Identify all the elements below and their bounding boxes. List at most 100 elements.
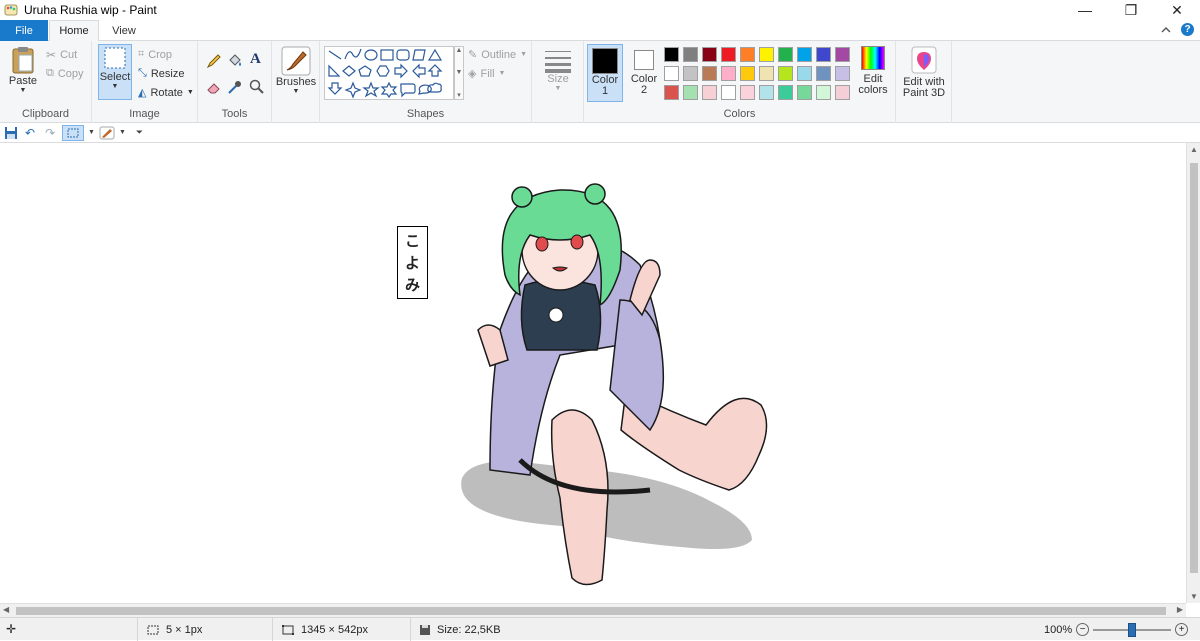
drawing-canvas[interactable] <box>0 143 1186 603</box>
color2-button[interactable]: Color 2 <box>626 44 662 102</box>
cloud-callout-shape-icon[interactable] <box>427 82 442 93</box>
cut-button[interactable]: ✂ Cut <box>46 48 77 62</box>
save-icon[interactable] <box>4 126 18 140</box>
horizontal-scrollbar[interactable]: ◀ ▶ <box>0 603 1186 617</box>
scroll-down-icon[interactable]: ▼ <box>1190 592 1198 601</box>
brushes-dropdown-icon[interactable]: ▼ <box>293 88 300 95</box>
palette-swatch[interactable] <box>740 47 755 62</box>
paste-dropdown-icon[interactable]: ▼ <box>20 87 27 94</box>
magnifier-icon[interactable] <box>249 79 265 95</box>
fill-bucket-icon[interactable] <box>227 53 243 69</box>
qat-brush-icon[interactable] <box>99 126 115 140</box>
palette-swatch[interactable] <box>664 47 679 62</box>
rounded-callout-shape-icon[interactable] <box>400 83 416 98</box>
zoom-slider-thumb[interactable] <box>1128 622 1137 637</box>
rotate-dropdown-icon[interactable]: ▼ <box>187 89 194 96</box>
palette-swatch[interactable] <box>835 85 850 100</box>
palette-swatch[interactable] <box>835 66 850 81</box>
five-point-star-shape-icon[interactable] <box>362 81 380 98</box>
qat-select-icon[interactable] <box>62 124 84 141</box>
up-arrow-shape-icon[interactable] <box>427 64 443 77</box>
palette-swatch[interactable] <box>778 66 793 81</box>
tab-home[interactable]: Home <box>49 20 99 42</box>
select-dropdown-icon[interactable]: ▼ <box>112 83 119 90</box>
scroll-left-icon[interactable]: ◀ <box>3 605 9 614</box>
diamond-shape-icon[interactable] <box>342 65 356 77</box>
palette-swatch[interactable] <box>740 85 755 100</box>
eraser-icon[interactable] <box>206 79 222 95</box>
resize-button[interactable]: ⤡ Resize <box>138 67 184 80</box>
line-shape-icon[interactable] <box>328 50 342 60</box>
horizontal-scroll-thumb[interactable] <box>16 607 1166 615</box>
right-arrow-shape-icon[interactable] <box>394 63 408 79</box>
rectangle-shape-icon[interactable] <box>380 49 394 61</box>
palette-swatch[interactable] <box>759 47 774 62</box>
outline-button[interactable]: ✎ Outline ▼ <box>468 48 527 62</box>
palette-swatch[interactable] <box>683 47 698 62</box>
rotate-button[interactable]: ◭ Rotate ▼ <box>138 86 194 100</box>
qat-select-dropdown-icon[interactable]: ▼ <box>88 129 95 136</box>
size-dropdown-icon[interactable]: ▼ <box>555 85 562 92</box>
palette-swatch[interactable] <box>721 66 736 81</box>
rounded-rectangle-shape-icon[interactable] <box>396 49 410 61</box>
palette-swatch[interactable] <box>835 47 850 62</box>
fill-button[interactable]: ◈ Fill ▼ <box>468 67 506 81</box>
palette-swatch[interactable] <box>778 85 793 100</box>
fill-dropdown-icon[interactable]: ▼ <box>499 70 506 77</box>
palette-swatch[interactable] <box>683 66 698 81</box>
pencil-icon[interactable] <box>206 53 222 69</box>
four-point-star-shape-icon[interactable] <box>344 81 362 99</box>
vertical-scrollbar[interactable]: ▲ ▼ <box>1186 143 1200 603</box>
undo-icon[interactable]: ↶ <box>22 125 38 141</box>
polygon-shape-icon[interactable] <box>412 49 426 61</box>
palette-swatch[interactable] <box>797 47 812 62</box>
palette-swatch[interactable] <box>740 66 755 81</box>
size-button[interactable]: Size ▼ <box>540 47 576 92</box>
qat-brush-dropdown-icon[interactable]: ▼ <box>119 129 126 136</box>
pentagon-shape-icon[interactable] <box>358 65 372 77</box>
copy-button[interactable]: ⧉ Copy <box>46 67 84 80</box>
outline-dropdown-icon[interactable]: ▼ <box>520 51 527 58</box>
scroll-up-icon[interactable]: ▲ <box>1190 145 1198 154</box>
curve-shape-icon[interactable] <box>344 48 362 60</box>
tab-file[interactable]: File <box>0 20 48 41</box>
redo-icon[interactable]: ↷ <box>42 125 58 141</box>
shapes-scroll-up-icon[interactable]: ▲ <box>456 47 463 54</box>
hexagon-shape-icon[interactable] <box>376 65 390 77</box>
collapse-ribbon-icon[interactable] <box>1161 26 1171 34</box>
zoom-in-icon[interactable]: + <box>1175 623 1189 636</box>
zoom-slider[interactable] <box>1093 622 1172 637</box>
restore-button[interactable]: ❐ <box>1108 0 1154 20</box>
six-point-star-shape-icon[interactable] <box>380 81 398 99</box>
left-arrow-shape-icon[interactable] <box>412 63 426 79</box>
palette-swatch[interactable] <box>664 85 679 100</box>
minimize-button[interactable]: — <box>1062 0 1108 20</box>
palette-swatch[interactable] <box>816 66 831 81</box>
zoom-out-icon[interactable]: − <box>1076 623 1090 636</box>
shapes-scroll[interactable]: ▲ ▼ ▾ <box>454 46 464 100</box>
edit-colors-button[interactable]: Edit colors <box>854 46 892 96</box>
help-icon[interactable]: ? <box>1181 23 1194 36</box>
shapes-gallery[interactable] <box>324 46 454 100</box>
shapes-expand-icon[interactable]: ▾ <box>457 91 461 99</box>
palette-swatch[interactable] <box>702 66 717 81</box>
paste-button[interactable]: Paste ▼ <box>6 45 40 94</box>
text-tool-icon[interactable]: A <box>250 51 261 68</box>
scroll-right-icon[interactable]: ▶ <box>1177 605 1183 614</box>
palette-swatch[interactable] <box>797 85 812 100</box>
select-button[interactable]: Select ▼ <box>98 44 132 100</box>
palette-swatch[interactable] <box>816 47 831 62</box>
color1-button[interactable]: Color 1 <box>587 44 623 102</box>
customize-qat-icon[interactable]: ⏷ <box>136 127 143 138</box>
canvas-area[interactable]: こ よ み <box>0 143 1186 603</box>
palette-swatch[interactable] <box>759 85 774 100</box>
vertical-scroll-thumb[interactable] <box>1190 163 1198 573</box>
palette-swatch[interactable] <box>759 66 774 81</box>
right-triangle-shape-icon[interactable] <box>328 64 341 77</box>
palette-swatch[interactable] <box>816 85 831 100</box>
palette-swatch[interactable] <box>721 85 736 100</box>
color-picker-icon[interactable] <box>227 79 243 95</box>
close-button[interactable]: ✕ <box>1154 0 1200 20</box>
brushes-button[interactable]: Brushes ▼ <box>276 46 316 95</box>
palette-swatch[interactable] <box>683 85 698 100</box>
